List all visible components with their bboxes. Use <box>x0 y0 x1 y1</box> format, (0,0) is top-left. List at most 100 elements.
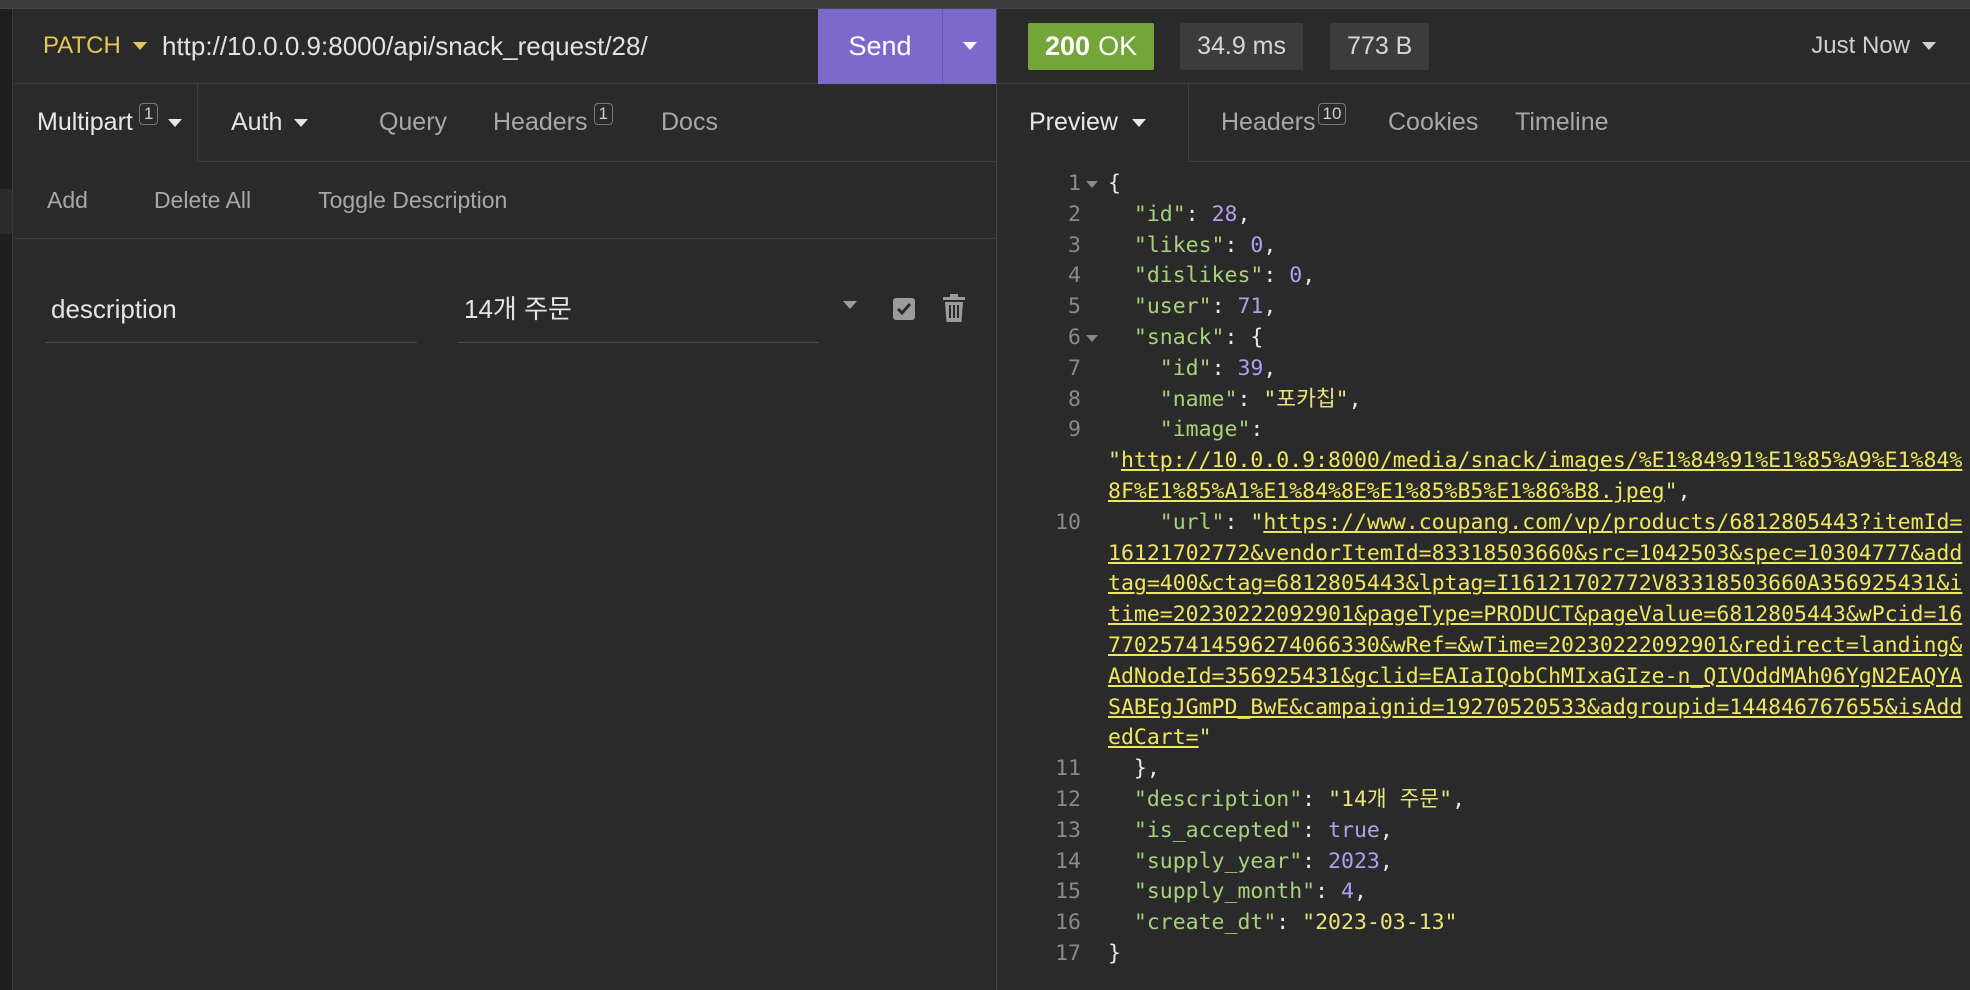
param-row: description 14개 주문 <box>14 271 997 343</box>
json-key: "create_dt" <box>1133 910 1277 936</box>
json-punctuation: : <box>1185 201 1212 227</box>
json-punctuation <box>1108 879 1134 904</box>
chevron-down-icon[interactable] <box>843 301 857 309</box>
line-number: 15 <box>1055 879 1081 905</box>
json-key: "user" <box>1133 294 1212 320</box>
json-value: 71 <box>1237 294 1264 320</box>
json-punctuation <box>1108 387 1160 412</box>
json-key: "id" <box>1133 201 1186 227</box>
json-punctuation: , <box>1353 879 1367 905</box>
sidebar-marker <box>0 189 12 234</box>
fold-arrow-icon[interactable] <box>1086 334 1098 342</box>
response-tabs: Preview Headers 10 Cookies Timeline <box>997 84 1970 162</box>
request-pane: PATCH http://10.0.0.9:8000/api/snack_req… <box>14 8 997 990</box>
toggle-description-button[interactable]: Toggle Description <box>318 187 507 214</box>
code-line: 8 "name": "포카칩", <box>997 385 1970 416</box>
line-content: "create_dt": "2023-03-13" <box>1081 908 1970 939</box>
json-string: " <box>1664 478 1678 504</box>
json-key: "likes" <box>1133 232 1225 258</box>
tab-preview[interactable]: Preview <box>997 84 1189 162</box>
json-key: "id" <box>1159 355 1212 381</box>
code-line: 2 "id": 28, <box>997 200 1970 231</box>
json-punctuation: : { <box>1224 324 1264 350</box>
tab-label: Query <box>378 108 448 136</box>
json-punctuation <box>1108 910 1134 935</box>
json-punctuation: , <box>1302 263 1316 289</box>
method-selector[interactable]: PATCH <box>14 9 162 84</box>
json-punctuation: , <box>1379 848 1393 874</box>
tab-docs[interactable]: Docs <box>636 84 718 161</box>
line-content: "http://10.0.0.9:8000/media/snack/images… <box>1081 446 1970 508</box>
send-button[interactable]: Send <box>818 8 942 84</box>
line-content: "dislikes": 0, <box>1081 261 1970 292</box>
tab-auth[interactable]: Auth <box>198 84 345 161</box>
json-punctuation: : <box>1302 848 1329 874</box>
url-input[interactable]: http://10.0.0.9:8000/api/snack_request/2… <box>162 9 818 84</box>
response-pane: 200 OK 34.9 ms 773 B Just Now Preview He… <box>997 9 1970 990</box>
add-param-button[interactable]: Add <box>47 187 88 214</box>
trash-icon[interactable] <box>943 294 965 329</box>
response-body-viewer[interactable]: 1{2 "id": 28, 3 "likes": 0, 4 "dislikes": … <box>997 169 1970 970</box>
tab-label: Timeline <box>1515 108 1609 136</box>
json-punctuation: : <box>1315 879 1341 905</box>
json-value: 0 <box>1250 232 1264 258</box>
json-string: "포카칩" <box>1263 386 1349 412</box>
line-content: "snack": { <box>1081 323 1970 354</box>
tab-response-headers[interactable]: Headers 10 <box>1189 84 1388 161</box>
tab-headers[interactable]: Headers 1 <box>481 84 636 161</box>
json-string: "14개 주문" <box>1328 786 1453 812</box>
line-content: "supply_month": 4, <box>1081 877 1970 908</box>
tab-multipart[interactable]: Multipart 1 <box>14 84 198 162</box>
code-line: 5 "user": 71, <box>997 292 1970 323</box>
json-link[interactable]: http://10.0.0.9:8000/media/snack/images/… <box>1108 448 1962 504</box>
delete-all-button[interactable]: Delete All <box>154 187 251 214</box>
tab-cookies[interactable]: Cookies <box>1388 84 1515 161</box>
code-line: "http://10.0.0.9:8000/media/snack/images… <box>997 446 1970 508</box>
history-dropdown[interactable]: Just Now <box>1811 32 1936 60</box>
line-content: "description": "14개 주문", <box>1081 785 1970 816</box>
json-punctuation <box>1108 356 1160 381</box>
line-content: } <box>1081 939 1970 970</box>
status-badge: 200 OK <box>1028 22 1155 70</box>
line-content: "name": "포카칩", <box>1081 385 1970 416</box>
line-content: }, <box>1081 754 1970 785</box>
method-label: PATCH <box>43 32 121 59</box>
response-time-badge: 34.9 ms <box>1180 22 1304 70</box>
json-punctuation: : <box>1211 294 1238 320</box>
tab-label: Cookies <box>1388 108 1479 136</box>
send-options-button[interactable] <box>942 8 997 84</box>
param-value-field[interactable]: 14개 주문 <box>458 271 819 343</box>
line-content: { <box>1081 169 1970 200</box>
checkbox-icon[interactable] <box>893 298 915 320</box>
param-actions: Add Delete All Toggle Description <box>14 162 997 239</box>
json-punctuation <box>1108 325 1134 350</box>
json-key: "snack" <box>1133 324 1225 350</box>
json-key: "supply_year" <box>1133 848 1303 874</box>
line-number: 16 <box>1055 910 1081 936</box>
tab-query[interactable]: Query <box>345 84 481 161</box>
json-punctuation <box>1108 849 1134 874</box>
tab-badge: 1 <box>593 102 613 125</box>
json-punctuation: : <box>1237 386 1264 412</box>
json-punctuation: , <box>1452 786 1466 812</box>
code-line: 6 "snack": { <box>997 323 1970 354</box>
fold-arrow-icon[interactable] <box>1086 181 1098 188</box>
json-punctuation: : <box>1224 509 1251 535</box>
chevron-down-icon <box>1922 42 1936 50</box>
json-punctuation: , <box>1237 201 1251 227</box>
line-number: 3 <box>1068 232 1081 258</box>
param-name-field[interactable]: description <box>45 271 417 343</box>
line-number: 2 <box>1068 201 1081 227</box>
tab-label: Docs <box>661 108 718 136</box>
line-number: 17 <box>1055 940 1081 966</box>
json-string: " <box>1250 509 1264 535</box>
json-punctuation: : <box>1302 786 1329 812</box>
json-punctuation <box>1108 233 1134 258</box>
json-punctuation: , <box>1263 294 1277 320</box>
code-line: 12 "description": "14개 주문", <box>997 785 1970 816</box>
tab-timeline[interactable]: Timeline <box>1515 84 1609 161</box>
json-punctuation: , <box>1263 355 1277 381</box>
chevron-down-icon <box>132 42 147 50</box>
json-link[interactable]: https://www.coupang.com/vp/products/6812… <box>1108 510 1962 751</box>
code-line: 17} <box>997 939 1970 970</box>
